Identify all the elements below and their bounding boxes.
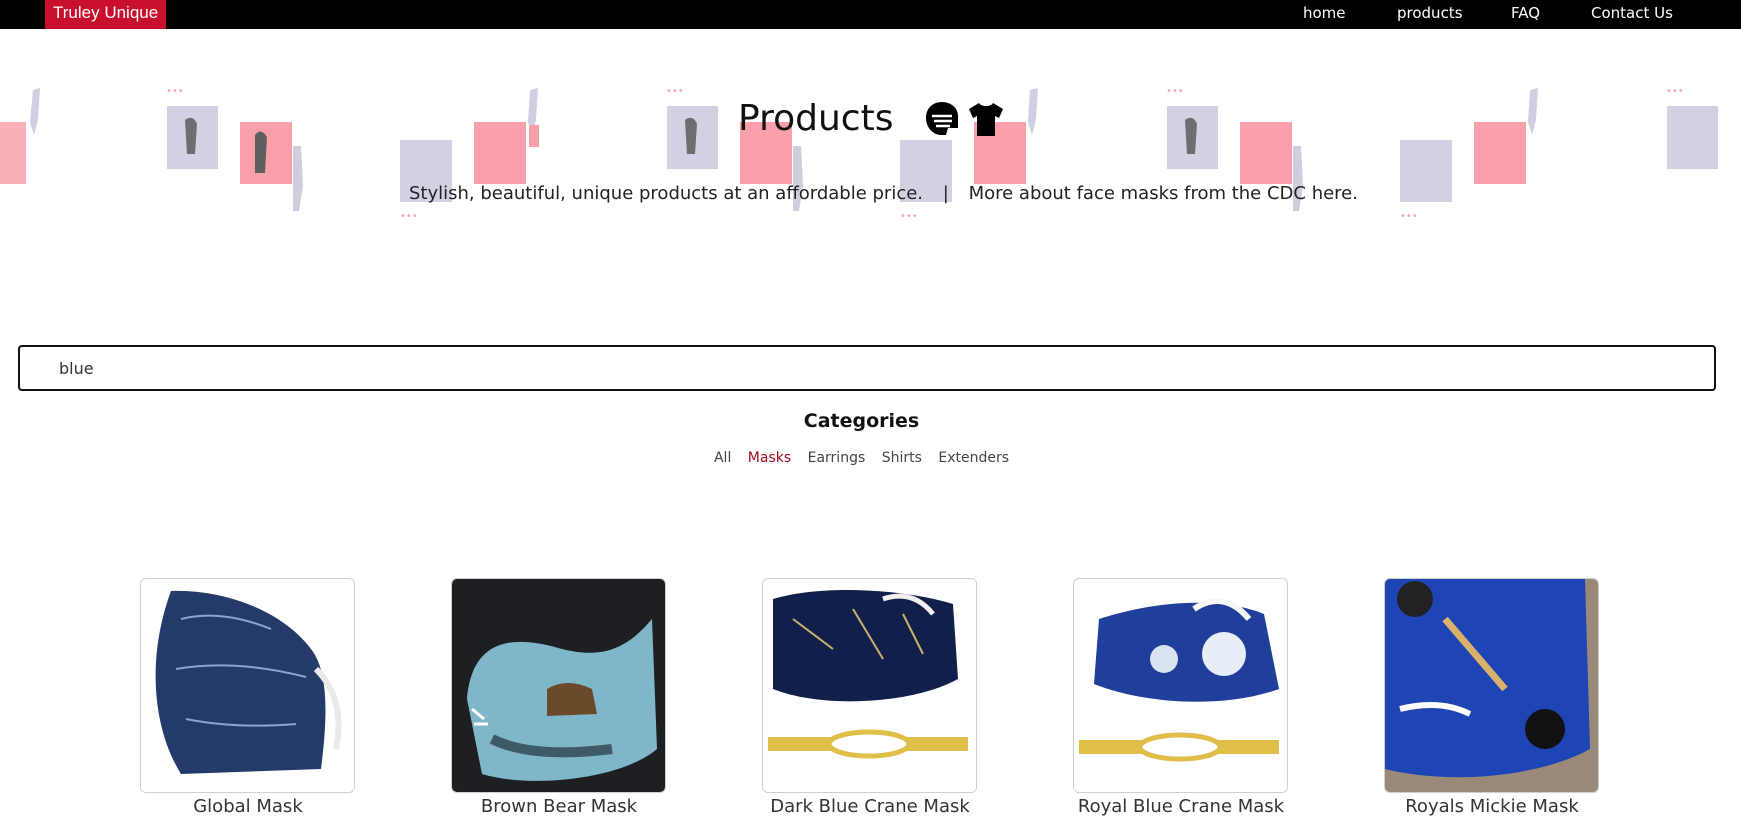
nav-link-products[interactable]: products	[1397, 0, 1463, 29]
product-card[interactable]: Brown Bear Mask	[451, 578, 666, 817]
svg-text:•••: •••	[1666, 86, 1684, 97]
product-name[interactable]: Brown Bear Mask	[429, 796, 689, 817]
product-image[interactable]	[1384, 578, 1599, 793]
product-name[interactable]: Dark Blue Crane Mask	[740, 796, 1000, 817]
product-name[interactable]: Global Mask	[118, 796, 378, 817]
face-mask-icon	[926, 102, 958, 135]
product-name[interactable]: Royals Mickie Mask	[1362, 796, 1622, 817]
product-card[interactable]: Royals Mickie Mask	[1384, 578, 1599, 817]
product-search-input[interactable]	[18, 345, 1716, 391]
category-filter: All Masks Earrings Shirts Extenders	[0, 450, 1723, 466]
svg-text:•••: •••	[1166, 86, 1184, 97]
product-name[interactable]: Royal Blue Crane Mask	[1051, 796, 1311, 817]
svg-text:•••: •••	[1400, 211, 1418, 222]
cdc-link[interactable]: More about face masks from the CDC here.	[969, 183, 1358, 204]
svg-text:•••: •••	[166, 86, 184, 97]
svg-text:•••: •••	[400, 211, 418, 222]
product-card[interactable]: Global Mask	[140, 578, 355, 817]
categories-heading: Categories	[803, 410, 920, 432]
product-image[interactable]	[1073, 578, 1288, 793]
category-masks[interactable]: Masks	[748, 450, 791, 466]
tagline-text: Stylish, beautiful, unique products at a…	[409, 183, 924, 204]
category-shirts[interactable]: Shirts	[882, 450, 922, 466]
category-all[interactable]: All	[714, 450, 731, 466]
svg-text:•••: •••	[900, 211, 918, 222]
nav-link-home[interactable]: home	[1303, 0, 1346, 29]
svg-text:•••: •••	[666, 86, 684, 97]
product-card[interactable]: Dark Blue Crane Mask	[762, 578, 977, 817]
brand-logo[interactable]: Truley Unique	[45, 0, 167, 29]
product-card[interactable]: Royal Blue Crane Mask	[1073, 578, 1288, 817]
nav-link-faq[interactable]: FAQ	[1511, 0, 1540, 29]
product-image[interactable]	[762, 578, 977, 793]
product-image[interactable]	[451, 578, 666, 793]
hero-description: Stylish, beautiful, unique products at a…	[409, 182, 1358, 206]
category-extenders[interactable]: Extenders	[938, 450, 1009, 466]
page-title: Products	[738, 98, 894, 139]
t-shirt-icon	[969, 103, 1003, 136]
category-earrings[interactable]: Earrings	[808, 450, 866, 466]
separator: |	[942, 183, 949, 204]
product-image[interactable]	[140, 578, 355, 793]
top-navbar: Truley Unique home products FAQ Contact …	[0, 0, 1741, 29]
nav-link-contact-us[interactable]: Contact Us	[1591, 0, 1673, 29]
